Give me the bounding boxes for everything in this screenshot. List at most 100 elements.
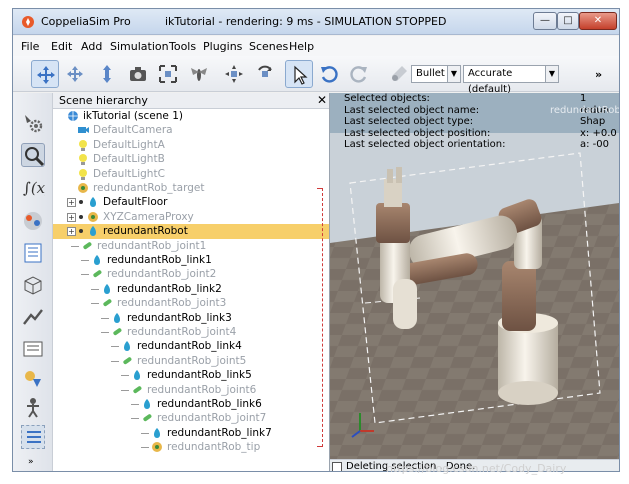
shape-icon <box>94 255 100 265</box>
visibility-dot-icon[interactable] <box>79 200 83 205</box>
tree-connector <box>131 418 139 420</box>
fit-view-icon[interactable] <box>154 60 182 88</box>
scene-viewport[interactable]: Selected objects: 1 Last selected object n… <box>330 93 619 471</box>
accuracy-select[interactable]: Accurate (default) ▼ <box>463 65 559 95</box>
menu-plugins[interactable]: Plugins <box>203 40 242 53</box>
tree-row[interactable]: + DefaultFloor <box>53 195 329 209</box>
shape-icon <box>124 341 130 352</box>
tree-row[interactable]: redundantRob_link4 <box>53 339 329 353</box>
visibility-dot-icon[interactable] <box>79 229 83 234</box>
tree-row[interactable]: redundantRob_link2 <box>53 282 329 296</box>
user-settings-icon[interactable] <box>21 395 45 419</box>
tree-row[interactable]: redundantRob_target <box>53 181 329 195</box>
pointer-select-icon[interactable] <box>285 60 313 88</box>
close-icon[interactable]: ✕ <box>317 93 327 107</box>
visibility-dot-icon[interactable] <box>79 214 83 219</box>
tree-node-label: redundantRob_link7 <box>167 426 272 439</box>
tree-row[interactable]: redundantRob_joint7 <box>53 411 329 425</box>
toolbar-overflow-icon[interactable]: » <box>595 68 602 81</box>
object-properties-icon[interactable] <box>21 273 45 297</box>
info-value: Shap <box>580 116 606 128</box>
expand-icon[interactable]: + <box>67 212 76 222</box>
joint-icon <box>83 241 92 249</box>
close-button[interactable]: ✕ <box>579 12 617 30</box>
fly-icon[interactable] <box>185 60 213 88</box>
expand-icon[interactable]: + <box>67 227 76 237</box>
script-icon[interactable]: ∫(x) <box>21 175 51 199</box>
redo-icon[interactable] <box>345 60 373 88</box>
tree-row[interactable]: redundantRob_link1 <box>53 253 329 267</box>
tree-row[interactable]: redundantRob_joint3 <box>53 296 329 310</box>
hierarchy-icon[interactable] <box>21 241 45 265</box>
menu-simulation[interactable]: Simulation <box>110 40 169 53</box>
tree-connector <box>81 260 89 261</box>
menu-file[interactable]: File <box>21 40 39 53</box>
tree-row[interactable]: redundantRob_joint2 <box>53 267 329 281</box>
menu-add[interactable]: Add <box>81 40 102 53</box>
shift-camera-icon[interactable] <box>93 60 121 88</box>
tree-row[interactable]: DefaultCamera <box>53 123 329 137</box>
tree-node-label: DefaultFloor <box>103 196 168 209</box>
tree-connector <box>141 432 149 434</box>
collections-icon[interactable] <box>21 305 45 329</box>
menu-scenes[interactable]: Scenes <box>249 40 288 53</box>
paths-icon[interactable] <box>21 337 45 361</box>
tree-row[interactable]: redundantRob_joint5 <box>53 354 329 368</box>
tree-row[interactable]: + XYZCameraProxy <box>53 210 329 224</box>
tree-row[interactable]: redundantRob_link6 <box>53 397 329 411</box>
dummy-icon <box>88 211 98 222</box>
tree-node-label: redundantRob_joint7 <box>157 412 267 425</box>
menu-tools[interactable]: Tools <box>169 40 196 53</box>
tree-node-label: XYZCameraProxy <box>103 210 194 223</box>
selection-icon[interactable] <box>21 143 45 167</box>
minimize-button[interactable]: — <box>533 12 557 30</box>
tree-row[interactable]: redundantRob_joint1 <box>53 239 329 253</box>
layers-icon[interactable] <box>21 367 45 391</box>
tree-row[interactable]: redundantRob_link5 <box>53 368 329 382</box>
scene-hierarchy-header: Scene hierarchy ✕ <box>53 93 329 109</box>
info-key: Last selected object name: <box>344 104 480 116</box>
status-icon[interactable] <box>332 462 342 471</box>
sim-settings-icon[interactable] <box>21 111 45 135</box>
tree-node-label: redundantRob_link1 <box>107 254 212 266</box>
light-icon <box>79 154 87 166</box>
menu-help[interactable]: Help <box>289 40 314 53</box>
tree-row[interactable]: + redundantRobot <box>53 224 329 239</box>
tree-connector <box>71 245 79 247</box>
object-rotate-icon[interactable] <box>251 60 279 88</box>
model-browser-icon[interactable] <box>21 209 45 233</box>
object-shift-icon[interactable] <box>220 60 248 88</box>
tree-row[interactable]: redundantRob_tip <box>53 440 329 454</box>
joint-icon <box>93 270 102 278</box>
info-key: Last selected object type: <box>344 116 474 128</box>
undo-icon[interactable] <box>315 60 343 88</box>
tree-row[interactable]: DefaultLightC <box>53 167 329 181</box>
tree-row[interactable]: redundantRob_link3 <box>53 311 329 325</box>
watermark-text: https://blog.csdn.net/Cody_Dairy <box>386 462 567 475</box>
scene-hierarchy-panel: Scene hierarchy ✕ ikTutorial (scene 1) De… <box>53 93 330 471</box>
tree-row[interactable]: DefaultLightA <box>53 138 329 152</box>
rotate-camera-icon[interactable] <box>61 60 89 88</box>
tree-row[interactable]: DefaultLightB <box>53 152 329 166</box>
tree-node-label: redundantRob_target <box>93 182 205 194</box>
tree-connector <box>111 346 119 348</box>
menu-edit[interactable]: Edit <box>51 40 72 53</box>
move-camera-icon[interactable] <box>31 60 59 88</box>
physics-engine-select[interactable]: Bullet ▼ <box>411 65 461 83</box>
tree-connector <box>101 332 109 333</box>
joint-icon <box>123 357 132 364</box>
tree-row[interactable]: redundantRob_joint4 <box>53 325 329 339</box>
dynamics-icon[interactable] <box>385 60 413 88</box>
maximize-button[interactable]: □ <box>557 12 579 30</box>
expand-icon[interactable]: + <box>67 198 76 208</box>
tree-node-label: redundantRob_joint4 <box>127 326 237 338</box>
tree-row[interactable]: redundantRob_joint6 <box>53 383 329 397</box>
camera-icon[interactable] <box>124 60 152 88</box>
tree-root-row[interactable]: ikTutorial (scene 1) <box>53 109 329 123</box>
left-toolbar-overflow-icon[interactable]: » <box>28 457 34 467</box>
custom-icon[interactable] <box>21 425 45 449</box>
tree-connector <box>81 274 89 276</box>
tree-row[interactable]: redundantRob_link7 <box>53 426 329 440</box>
tree-node-label: DefaultLightC <box>93 167 165 180</box>
svg-text:∫(x): ∫(x) <box>23 179 45 197</box>
